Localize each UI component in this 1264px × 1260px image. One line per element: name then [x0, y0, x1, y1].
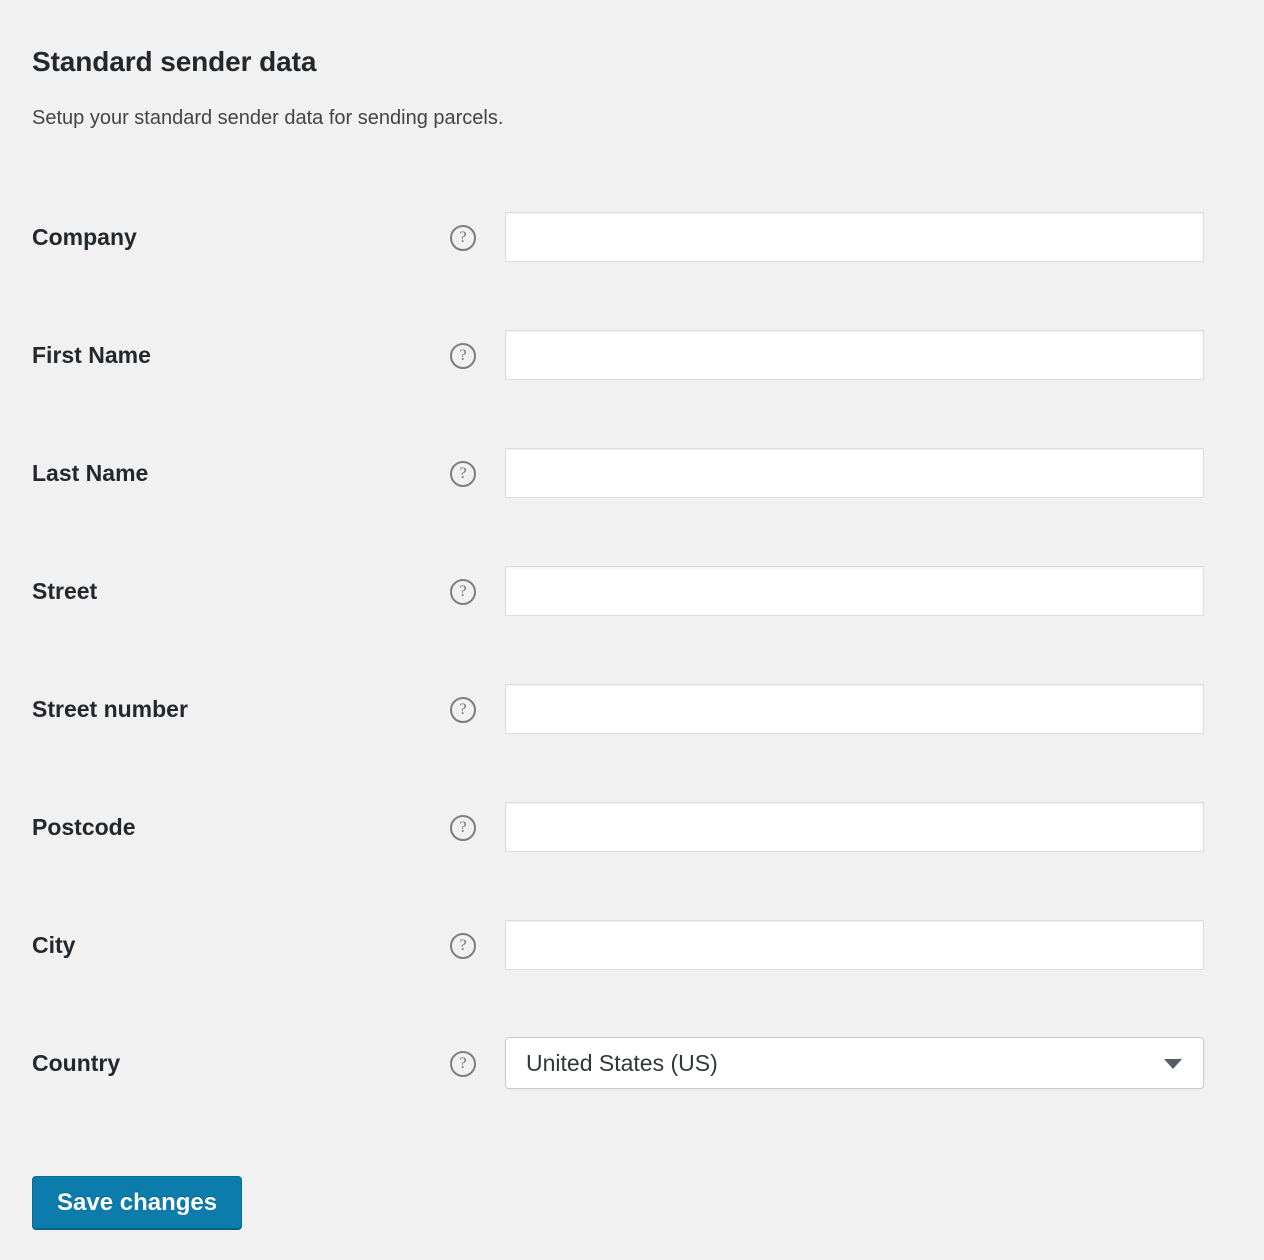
form-row-street: Street? [32, 532, 1204, 650]
select-wrapper-country: United States (US) [505, 1037, 1204, 1089]
field-cell-city [505, 886, 1204, 1004]
field-cell-street [505, 532, 1204, 650]
label-cell-company: Company [32, 178, 450, 296]
help-tip-icon-last-name[interactable]: ? [450, 461, 476, 487]
form-rows: Company? First Name? Last Name? Street? Stre… [32, 178, 1204, 1122]
company-input[interactable] [505, 212, 1204, 262]
field-label-company: Company [32, 224, 137, 250]
help-cell-country: ? [450, 1004, 505, 1122]
field-label-street-number: Street number [32, 696, 188, 722]
form-row-city: City? [32, 886, 1204, 1004]
postcode-input[interactable] [505, 802, 1204, 852]
submit-row: Save changes [32, 1176, 1232, 1229]
street-input[interactable] [505, 566, 1204, 616]
form-row-postcode: Postcode? [32, 768, 1204, 886]
label-cell-street-number: Street number [32, 650, 450, 768]
field-label-postcode: Postcode [32, 814, 136, 840]
help-cell-last-name: ? [450, 414, 505, 532]
help-tip-icon-company[interactable]: ? [450, 225, 476, 251]
form-row-first-name: First Name? [32, 296, 1204, 414]
field-label-first-name: First Name [32, 342, 151, 368]
help-cell-street: ? [450, 532, 505, 650]
sender-data-form: Company? First Name? Last Name? Street? Stre… [32, 178, 1204, 1122]
form-row-street-number: Street number? [32, 650, 1204, 768]
country-select[interactable]: United States (US) [505, 1037, 1204, 1089]
form-row-company: Company? [32, 178, 1204, 296]
label-cell-street: Street [32, 532, 450, 650]
label-cell-country: Country [32, 1004, 450, 1122]
field-cell-company [505, 178, 1204, 296]
help-tip-icon-first-name[interactable]: ? [450, 343, 476, 369]
label-cell-first-name: First Name [32, 296, 450, 414]
page-title: Standard sender data [32, 46, 317, 77]
field-label-last-name: Last Name [32, 460, 149, 486]
first-name-input[interactable] [505, 330, 1204, 380]
field-cell-street-number [505, 650, 1204, 768]
field-cell-country: United States (US) [505, 1004, 1204, 1122]
field-cell-first-name [505, 296, 1204, 414]
help-tip-icon-postcode[interactable]: ? [450, 815, 476, 841]
save-changes-button[interactable]: Save changes [32, 1176, 243, 1229]
help-cell-company: ? [450, 178, 505, 296]
street-number-input[interactable] [505, 684, 1204, 734]
label-cell-city: City [32, 886, 450, 1004]
field-label-country: Country [32, 1050, 121, 1076]
help-cell-first-name: ? [450, 296, 505, 414]
field-label-city: City [32, 932, 76, 958]
help-tip-icon-street-number[interactable]: ? [450, 697, 476, 723]
page-description: Setup your standard sender data for send… [32, 107, 504, 129]
field-cell-last-name [505, 414, 1204, 532]
help-cell-city: ? [450, 886, 505, 1004]
settings-page: Standard sender data Setup your standard… [0, 0, 1264, 1260]
help-cell-street-number: ? [450, 650, 505, 768]
help-tip-icon-city[interactable]: ? [450, 933, 476, 959]
label-cell-last-name: Last Name [32, 414, 450, 532]
label-cell-postcode: Postcode [32, 768, 450, 886]
help-tip-icon-street[interactable]: ? [450, 579, 476, 605]
help-cell-postcode: ? [450, 768, 505, 886]
form-row-last-name: Last Name? [32, 414, 1204, 532]
form-row-country: Country? United States (US) [32, 1004, 1204, 1122]
field-label-street: Street [32, 578, 98, 604]
city-input[interactable] [505, 920, 1204, 970]
last-name-input[interactable] [505, 448, 1204, 498]
field-cell-postcode [505, 768, 1204, 886]
help-tip-icon-country[interactable]: ? [450, 1051, 476, 1077]
